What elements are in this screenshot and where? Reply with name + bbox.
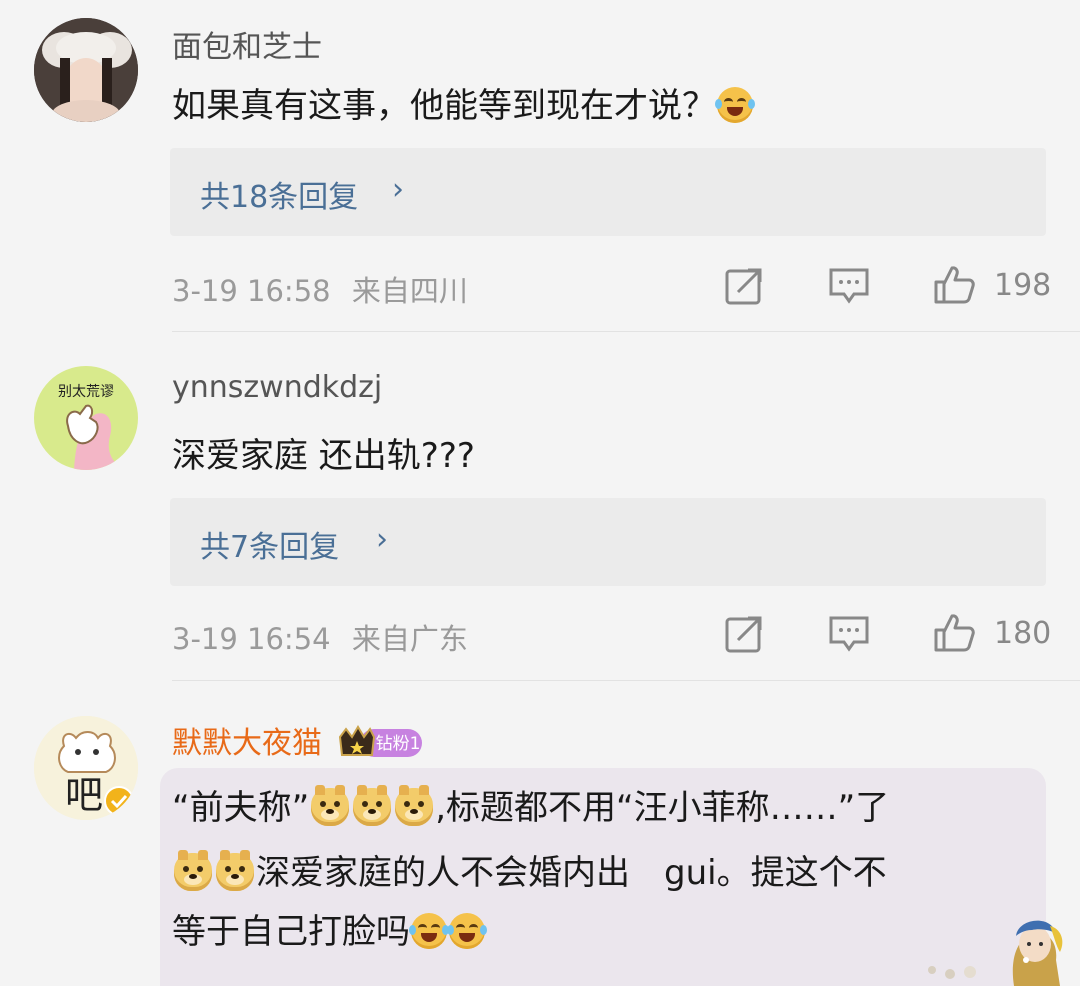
comment-text-line-3: 等于自己打脸吗 [172,904,487,953]
divider [172,680,1080,681]
comment-text: 如果真有这事，他能等到现在才说？ [172,78,755,127]
avatar[interactable] [34,18,138,122]
comment-meta: 3-19 16:58 来自四川 [172,268,468,310]
chevron-right-icon: › [392,172,404,207]
like-icon[interactable] [932,262,976,306]
username[interactable]: 默默大夜猫 钻粉1 [172,718,422,763]
laugh-cry-emoji-icon [715,87,755,123]
vip-username: 默默大夜猫 [172,726,322,761]
chevron-right-icon: › [376,522,388,557]
username[interactable]: ynnszwndkdzj [172,370,382,405]
comment-text-line-2: 深爱家庭的人不会婚内出 gui。提这个不 [172,845,887,894]
like-icon[interactable] [932,610,976,654]
laugh-cry-emoji-icon [447,913,487,949]
avatar-caption: 吧 [65,773,103,817]
comment-icon[interactable] [828,614,870,654]
comment-icon[interactable] [828,266,870,306]
view-replies-button[interactable]: 共18条回复 › [170,148,1046,236]
comment-text-content: 如果真有这事，他能等到现在才说？ [172,86,716,126]
replies-count: 共7条回复 [200,530,340,565]
view-replies-button[interactable]: 共7条回复 › [170,498,1046,586]
fan-badge-label: 钻粉1 [375,734,420,754]
like-count: 180 [994,616,1052,651]
comment-text-content: 等于自己打脸吗 [172,912,410,952]
laugh-cry-emoji-icon [409,913,449,949]
doge-emoji-icon [311,785,350,826]
fan-badge[interactable]: 钻粉1 [338,724,422,763]
avatar[interactable]: 吧 [34,716,138,820]
doge-emoji-icon [216,850,254,891]
avatar-caption: 别太荒谬 [58,384,114,400]
comment-location: 来自四川 [351,274,468,308]
share-icon[interactable] [724,266,764,306]
comment-text-content: ,标题都不用“汪小菲称……”了 [435,788,890,828]
comment-meta: 3-19 16:54 来自广东 [172,616,468,658]
comment-time: 3-19 16:58 [172,274,331,308]
replies-count: 共18条回复 [200,180,359,215]
quote-text: “前夫称” [172,788,310,828]
comment-text-line-1: “前夫称” ,标题都不用“汪小菲称……”了 [172,780,889,829]
username[interactable]: 面包和芝士 [172,22,322,66]
avatar[interactable]: 别太荒谬 [34,366,138,470]
comment-location: 来自广东 [351,622,468,656]
comment-text: 深爱家庭 还出轨??? [172,436,475,476]
like-count: 198 [994,268,1052,303]
doge-emoji-icon [395,785,434,826]
comment-time: 3-19 16:54 [172,622,331,656]
doge-emoji-icon [174,850,212,891]
doge-emoji-icon [353,785,392,826]
verified-badge-icon [104,786,134,816]
share-icon[interactable] [724,614,764,654]
divider [172,331,1080,332]
bubble-decoration-icon [928,920,1063,986]
comment-text-content: 深爱家庭的人不会婚内出 gui。提这个不 [256,853,887,893]
